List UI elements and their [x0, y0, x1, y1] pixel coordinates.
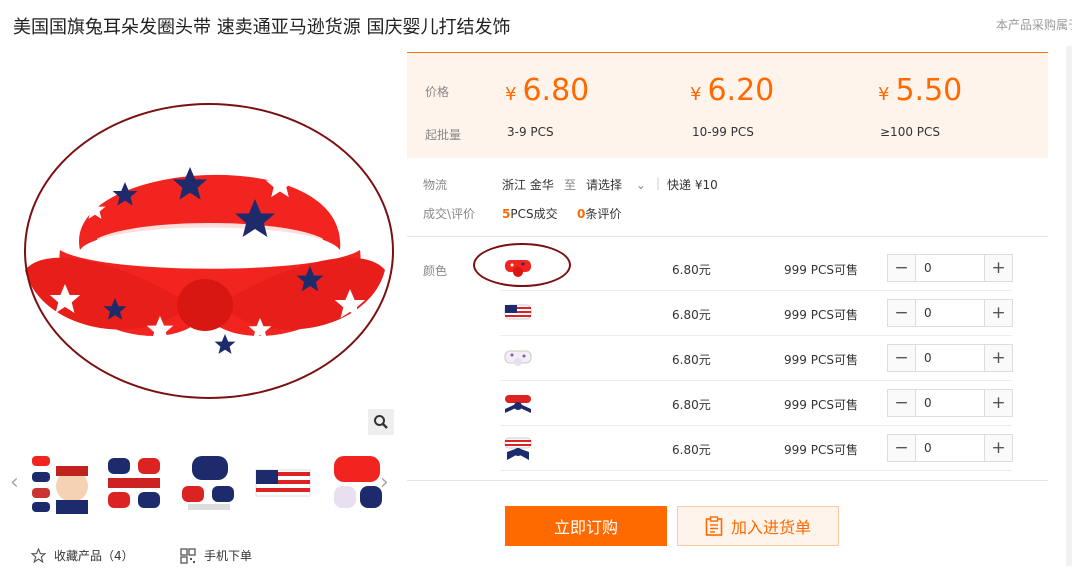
increment-button[interactable]: +	[985, 390, 1012, 416]
review-text: 条评价	[585, 207, 622, 221]
favorite-link[interactable]: 收藏产品（4）	[31, 547, 134, 564]
price-tier-1: ¥6.80	[505, 73, 589, 108]
striped-bow-icon[interactable]	[503, 434, 533, 462]
ship-from: 浙江 金华	[502, 178, 554, 192]
headband-image	[25, 143, 385, 354]
chevron-down-icon: ⌄	[635, 178, 646, 192]
sku-price: 6.80元	[672, 353, 711, 367]
sku-row: 6.80元 999 PCS可售 − +	[500, 336, 1013, 381]
sku-stock: 999 PCS可售	[784, 263, 858, 277]
white-stars-icon[interactable]	[503, 344, 533, 372]
separator: |	[656, 176, 661, 190]
sold-info: 5PCS成交	[502, 205, 558, 222]
sku-price: 6.80元	[672, 443, 711, 457]
flag-stripes-icon[interactable]	[503, 299, 533, 327]
quantity-stepper: − +	[887, 434, 1013, 462]
sku-row: 6.80元 999 PCS可售 − +	[500, 246, 1013, 291]
tier-min: 3-9 PCS	[507, 125, 554, 139]
destination-select-label: 请选择	[586, 178, 623, 192]
sku-stock: 999 PCS可售	[784, 443, 858, 457]
ship-method: 快递 ¥10	[667, 178, 718, 192]
order-now-button[interactable]: 立即订购	[505, 506, 667, 546]
review-info[interactable]: 0条评价	[577, 205, 621, 222]
currency-symbol: ¥	[505, 84, 517, 105]
thumbnail-2[interactable]	[104, 452, 166, 514]
favorite-label: 收藏产品（4）	[54, 549, 134, 563]
destination-select[interactable]: 请选择 ⌄	[586, 176, 646, 193]
price-label: 价格	[425, 85, 450, 99]
clipboard-icon	[705, 516, 723, 536]
tier-price: 6.20	[707, 73, 775, 108]
thumbnail-strip	[30, 452, 388, 514]
thumbnail-3[interactable]	[178, 452, 240, 514]
increment-button[interactable]: +	[985, 300, 1012, 326]
price-tier-3: ¥5.50	[878, 73, 962, 108]
purchase-note: 本产品采购属于	[996, 18, 1072, 32]
sku-stock: 999 PCS可售	[784, 398, 858, 412]
quantity-input[interactable]	[915, 255, 985, 281]
thumb-prev-arrow[interactable]: ‹	[10, 470, 19, 495]
quantity-input[interactable]	[915, 435, 985, 461]
quantity-stepper: − +	[887, 344, 1013, 372]
divider	[407, 236, 1048, 237]
sku-row: 6.80元 999 PCS可售 − +	[500, 291, 1013, 336]
tier-price: 5.50	[895, 73, 963, 108]
add-to-cart-button[interactable]: 加入进货单	[677, 506, 839, 546]
decrement-button[interactable]: −	[888, 345, 915, 371]
ship-to-word: 至	[564, 178, 577, 192]
tier-min: ≥100 PCS	[880, 125, 941, 139]
mobile-order-label: 手机下单	[204, 549, 253, 563]
sku-stock: 999 PCS可售	[784, 353, 858, 367]
tier-min: 10-99 PCS	[692, 125, 754, 139]
quantity-stepper: − +	[887, 389, 1013, 417]
sku-price: 6.80元	[672, 263, 711, 277]
zoom-button[interactable]	[368, 409, 394, 435]
currency-symbol: ¥	[690, 84, 702, 105]
divider	[407, 480, 1048, 481]
main-product-image[interactable]	[20, 100, 390, 400]
color-label: 颜色	[423, 264, 448, 278]
add-to-cart-label: 加入进货单	[730, 518, 811, 537]
sku-row: 6.80元 999 PCS可售 − +	[500, 381, 1013, 426]
min-order-label: 起批量	[425, 128, 462, 142]
increment-button[interactable]: +	[985, 345, 1012, 371]
quantity-input[interactable]	[915, 300, 985, 326]
quantity-input[interactable]	[915, 345, 985, 371]
qr-code-icon	[180, 547, 196, 564]
price-panel: 价格 起批量 ¥6.80 3-9 PCS ¥6.20 10-99 PCS ¥5.…	[407, 52, 1048, 158]
decrement-button[interactable]: −	[888, 300, 915, 326]
currency-symbol: ¥	[878, 84, 890, 105]
sku-price: 6.80元	[672, 398, 711, 412]
thumbnail-5[interactable]	[326, 452, 388, 514]
shipping-label: 物流	[423, 178, 448, 192]
trade-label: 成交\评价	[423, 207, 476, 221]
decrement-button[interactable]: −	[888, 390, 915, 416]
sku-stock: 999 PCS可售	[784, 308, 858, 322]
sku-price: 6.80元	[672, 308, 711, 322]
scrollbar[interactable]	[1066, 46, 1072, 566]
magnifier-icon	[374, 415, 388, 429]
blue-bow-icon[interactable]	[503, 389, 533, 417]
sold-text: PCS成交	[510, 207, 558, 221]
star-outline-icon	[31, 548, 46, 563]
product-title: 美国国旗兔耳朵发圈头带 速卖通亚马逊货源 国庆婴儿打结发饰	[13, 17, 511, 38]
increment-button[interactable]: +	[985, 255, 1012, 281]
quantity-input[interactable]	[915, 390, 985, 416]
tier-price: 6.80	[522, 73, 590, 108]
quantity-stepper: − +	[887, 254, 1013, 282]
decrement-button[interactable]: −	[888, 435, 915, 461]
quantity-stepper: − +	[887, 299, 1013, 327]
price-tier-2: ¥6.20	[690, 73, 774, 108]
decrement-button[interactable]: −	[888, 255, 915, 281]
red-stars-icon[interactable]	[503, 254, 533, 282]
mobile-order-link[interactable]: 手机下单	[180, 547, 252, 564]
thumbnail-1[interactable]	[30, 452, 92, 514]
thumbnail-4[interactable]	[252, 452, 314, 514]
sku-row: 6.80元 999 PCS可售 − +	[500, 426, 1013, 471]
increment-button[interactable]: +	[985, 435, 1012, 461]
